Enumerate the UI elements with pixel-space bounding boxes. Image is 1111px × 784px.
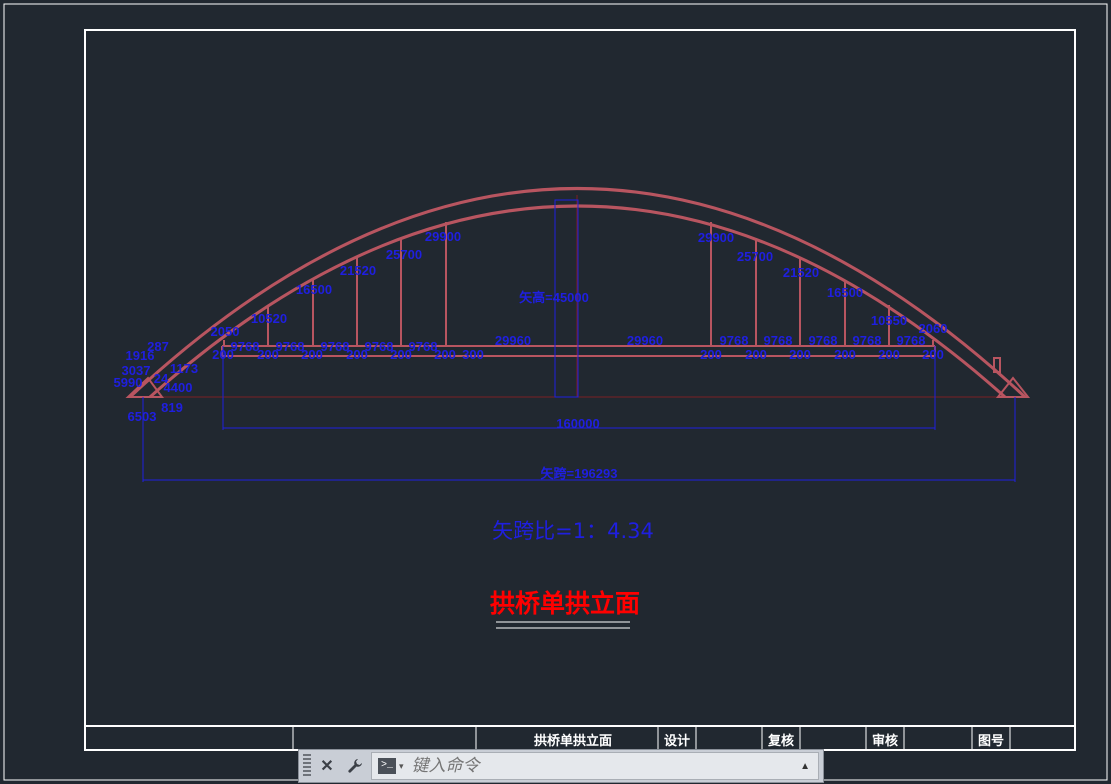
spacing-left-2: 9768 (276, 339, 305, 354)
svg-text:6503: 6503 (128, 409, 157, 424)
svg-text:24: 24 (154, 371, 169, 386)
post-left-4: 200 (346, 347, 368, 362)
title-block-drawing-no: 图号 (978, 733, 1004, 748)
height-right-4: 16500 (827, 285, 863, 300)
post-left-3: 200 (301, 347, 323, 362)
title-block-design: 设计 (664, 733, 690, 748)
command-input[interactable] (409, 755, 801, 777)
title-block-name: 拱桥单拱立面 (534, 733, 612, 748)
arch-span-label: 矢跨=196293 (541, 466, 618, 481)
center-gap-right: 29960 (627, 333, 663, 348)
post-right-1: 200 (700, 347, 722, 362)
height-left-2: 10520 (251, 311, 287, 326)
svg-text:5990: 5990 (114, 375, 143, 390)
command-input-wrap: >_ ▾ ▲ (371, 752, 819, 780)
spacing-right-5: 9768 (897, 333, 926, 348)
spacing-left-4: 9768 (365, 339, 394, 354)
height-right-5: 10550 (871, 313, 907, 328)
spacing-right-4: 9768 (853, 333, 882, 348)
center-gap-left: 29960 (495, 333, 531, 348)
title-block-audit: 审核 (872, 733, 898, 748)
height-left-6: 29900 (425, 229, 461, 244)
wrench-icon-svg (348, 759, 362, 773)
rise-label: 矢高=45000 (519, 290, 589, 305)
height-right-2: 25700 (737, 249, 773, 264)
drawing-border (84, 29, 1076, 751)
left-support-labels: 287 1916 3037 5990 1173 4400 6503 819 24 (114, 339, 199, 424)
spacing-right-2: 9768 (764, 333, 793, 348)
deck-span-label: 160000 (556, 416, 599, 431)
title-block-review: 复核 (767, 733, 794, 748)
drag-grip-icon[interactable] (303, 754, 311, 778)
drawing-canvas[interactable]: 拱桥单拱立面 设计 复核 审核 图号 矢高=45000 160000 矢跨=19… (0, 0, 1111, 784)
height-right-1: 29900 (698, 230, 734, 245)
spacing-left-1: 9768 (231, 339, 260, 354)
spacing-left-3: 9768 (321, 339, 350, 354)
height-left-4: 21520 (340, 263, 376, 278)
height-left-5: 25700 (386, 247, 422, 262)
post-right-2: 200 (745, 347, 767, 362)
post-left-300: 300 (462, 347, 484, 362)
post-right-3: 200 (789, 347, 811, 362)
height-right-3: 21520 (783, 265, 819, 280)
post-left-2: 200 (257, 347, 279, 362)
svg-text:1173: 1173 (170, 361, 198, 376)
wrench-icon[interactable] (343, 754, 367, 778)
spacing-left-5: 9768 (409, 339, 438, 354)
height-left-1: 2050 (211, 324, 240, 339)
ratio-label: 矢跨比=1：4.34 (492, 519, 654, 543)
post-right-5: 200 (878, 347, 900, 362)
spacing-right-3: 9768 (809, 333, 838, 348)
hangers-left (223, 222, 447, 346)
height-left-3: 16500 (296, 282, 332, 297)
svg-text:1916: 1916 (126, 348, 155, 363)
post-right-4: 200 (834, 347, 856, 362)
title-block: 拱桥单拱立面 设计 复核 审核 图号 (85, 725, 1075, 750)
svg-text:819: 819 (161, 400, 183, 415)
post-left-5: 200 (390, 347, 412, 362)
post-left-1: 200 (212, 347, 234, 362)
drawing-title: 拱桥单拱立面 (490, 589, 640, 618)
close-icon[interactable]: ✕ (315, 754, 339, 778)
command-prompt-icon[interactable]: >_ (378, 758, 396, 774)
command-bar: ✕ >_ ▾ ▲ (298, 749, 824, 783)
chevron-down-icon[interactable]: ▾ (399, 761, 404, 772)
spacing-right-1: 9768 (720, 333, 749, 348)
post-left-6: 200 (434, 347, 456, 362)
chevron-up-icon[interactable]: ▲ (800, 761, 810, 772)
post-right-6: 200 (922, 347, 944, 362)
